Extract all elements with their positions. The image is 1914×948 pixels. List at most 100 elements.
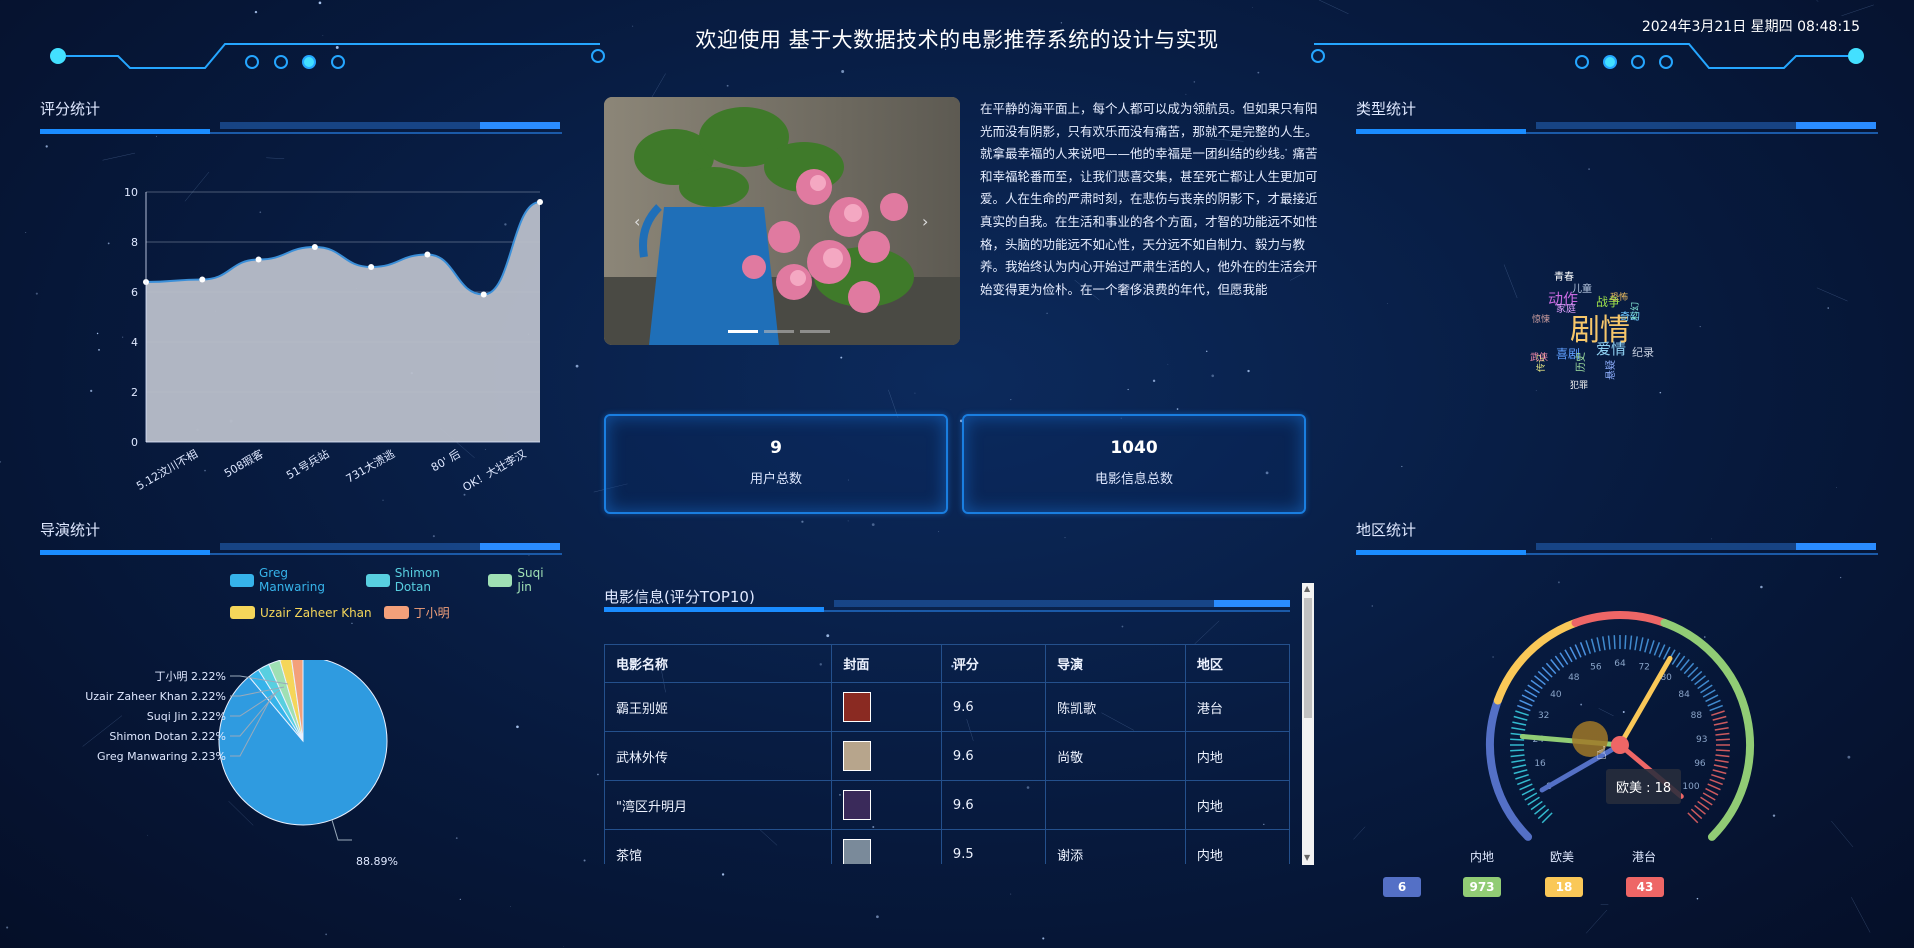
star: [25, 232, 27, 234]
wordcloud-word[interactable]: 纪录: [1632, 346, 1654, 359]
slice-label: Uzair Zaheer Khan 2.22%: [85, 690, 226, 703]
wordcloud-word[interactable]: 恐怖: [1610, 291, 1628, 303]
page-title: 欢迎使用 基于大数据技术的电影推荐系统的设计与实现: [695, 28, 1219, 52]
gauge-tick: [1715, 738, 1730, 741]
star: [847, 520, 849, 522]
region-badge: 43: [1626, 877, 1664, 897]
flower-photo: ‹ ›: [604, 97, 960, 345]
wordcloud-word[interactable]: 儿童: [1572, 282, 1592, 295]
constellation-line: [1353, 826, 1366, 840]
cell-director: 尚敬: [1045, 731, 1186, 781]
region-gauge-chart: 816243240485664728084889396100☝: [1486, 611, 1754, 841]
legend-label: Suqi Jin: [517, 566, 544, 594]
table-scroll-thumb[interactable]: [1304, 598, 1312, 718]
legend-swatch: [365, 573, 390, 587]
wordcloud-word[interactable]: 爱情: [1596, 340, 1626, 358]
wordcloud-word[interactable]: 惊悚: [1532, 313, 1550, 325]
data-point[interactable]: [199, 276, 206, 283]
label-leader: [331, 819, 352, 841]
star: [1042, 937, 1045, 940]
gauge-tick: [1715, 754, 1730, 758]
star: [1010, 893, 1012, 895]
gauge-tick: [1510, 754, 1525, 758]
gauge-scale-label: 93: [1696, 735, 1707, 745]
star: [1247, 369, 1250, 373]
table-row[interactable]: "湾区升明月 9.6 内地: [604, 780, 1290, 830]
wordcloud-word[interactable]: 悬疑: [1605, 360, 1617, 380]
legend-item[interactable]: 丁小明: [383, 604, 450, 621]
cover-thumbnail[interactable]: [843, 741, 872, 771]
data-point[interactable]: [311, 244, 318, 250]
gauge-tick: [1709, 778, 1723, 786]
user-count-value: 9: [770, 438, 782, 458]
director-panel-title: 导演统计: [40, 521, 101, 539]
scroll-down-icon[interactable]: ▼: [1304, 853, 1310, 862]
region-label-hktw: 港台: [1632, 850, 1657, 864]
star: [510, 906, 511, 908]
cell-score: 9.6: [940, 731, 1047, 781]
x-tick-label: 51号兵站: [284, 446, 332, 482]
wordcloud-word[interactable]: 科幻: [1629, 302, 1641, 320]
star: [938, 531, 940, 533]
cover-thumbnail[interactable]: [843, 692, 872, 722]
carousel-dot[interactable]: [764, 330, 794, 333]
wordcloud-word[interactable]: 历史: [1575, 352, 1587, 372]
gauge-tick: [1707, 699, 1721, 707]
gauge-tick: [1714, 759, 1729, 763]
gauge-tick: [1564, 649, 1573, 663]
wordcloud-word[interactable]: 青春: [1554, 270, 1574, 283]
top10-table-container[interactable]: 电影名称 封面 评分 导演 地区 霸王别姬 9.6 陈凯歌 港台 武林外传 9.…: [604, 644, 1290, 864]
table-row[interactable]: 霸王别姬 9.6 陈凯歌 港台: [604, 682, 1290, 732]
constellation-line: [1831, 820, 1854, 848]
constellation-line: [266, 157, 285, 159]
star: [1127, 388, 1129, 391]
carousel-dot-active[interactable]: [728, 330, 758, 333]
legend-item[interactable]: Greg Manwaring: [230, 566, 354, 594]
cell-score: 9.5: [940, 829, 1047, 864]
slice-label: 88.89%: [356, 855, 398, 868]
wordcloud-word[interactable]: 犯罪: [1570, 380, 1588, 391]
gauge-tick: [1707, 783, 1721, 791]
legend-item[interactable]: Uzair Zaheer Khan: [230, 604, 372, 621]
constellation-line: [102, 152, 136, 161]
legend-item[interactable]: Suqi Jin: [488, 566, 560, 594]
image-carousel[interactable]: ‹ ›: [604, 97, 960, 345]
gauge-arc: [1660, 618, 1754, 841]
x-tick-label: 5.12汶川不相: [134, 446, 200, 492]
cover-thumbnail[interactable]: [843, 790, 872, 820]
gauge-tick: [1569, 646, 1578, 660]
gauge-tick: [1639, 637, 1644, 652]
gauge-scale-label: 48: [1568, 673, 1580, 683]
carousel-dot[interactable]: [800, 330, 830, 333]
legend-item[interactable]: Shimon Dotan: [365, 566, 477, 594]
data-point[interactable]: [480, 291, 487, 298]
legend-label: Uzair Zaheer Khan: [260, 605, 372, 620]
star: [1588, 168, 1590, 170]
gauge-tick: [1700, 684, 1713, 694]
x-tick-label: 508瑕客: [221, 446, 265, 480]
carousel-next-icon[interactable]: ›: [922, 212, 928, 231]
scroll-up-icon[interactable]: ▲: [1304, 584, 1310, 593]
data-point[interactable]: [255, 256, 262, 263]
carousel-prev-icon[interactable]: ‹: [634, 212, 640, 231]
cover-thumbnail[interactable]: [843, 839, 872, 864]
table-row[interactable]: 茶馆 9.5 谢添 内地: [604, 829, 1290, 864]
wordcloud-word[interactable]: 武侠: [1530, 351, 1548, 363]
cell-region: 港台: [1184, 682, 1290, 732]
table-row[interactable]: 武林外传 9.6 尚敬 内地: [604, 731, 1290, 781]
data-point[interactable]: [368, 264, 375, 270]
gauge-arc: [1486, 696, 1533, 841]
data-point[interactable]: [537, 199, 543, 205]
gauge-tick: [1634, 636, 1638, 651]
movie-count-value: 1040: [1110, 438, 1158, 458]
region-badge: 18: [1545, 877, 1583, 897]
gauge-tick: [1515, 710, 1529, 717]
datetime-display: 2024年3月21日 星期四 08:48:15: [1641, 19, 1860, 35]
region-badge: 973: [1463, 877, 1501, 897]
x-tick-label: 731大溃逃: [343, 446, 397, 485]
data-point[interactable]: [424, 251, 431, 258]
star: [1847, 755, 1851, 759]
y-tick-label: 6: [131, 286, 138, 299]
wordcloud-word[interactable]: 家庭: [1556, 302, 1576, 315]
star: [90, 389, 93, 392]
